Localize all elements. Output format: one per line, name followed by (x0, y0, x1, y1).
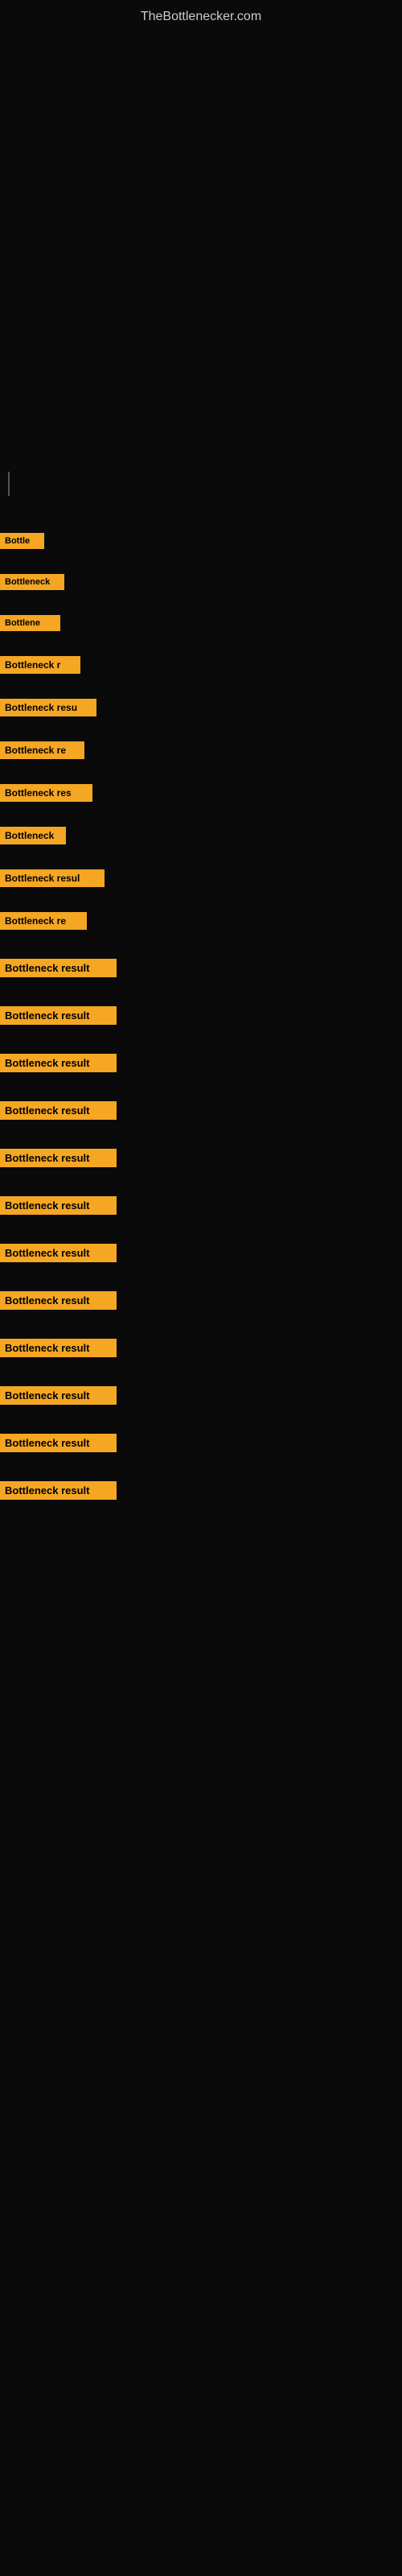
gap (0, 1459, 402, 1475)
result-row-5: Bottleneck resu (0, 697, 402, 718)
site-title: TheBottlenecker.com (0, 0, 402, 31)
result-label-15: Bottleneck result (0, 1149, 117, 1167)
result-label-16: Bottleneck result (0, 1196, 117, 1215)
gap (0, 1316, 402, 1332)
gap (0, 1221, 402, 1237)
site-header: TheBottlenecker.com (0, 0, 402, 31)
chart-area (0, 31, 402, 449)
result-row-15: Bottleneck result (0, 1147, 402, 1169)
results-section: Bottle Bottleneck Bottlene Bottleneck r … (0, 518, 402, 1514)
result-row-3: Bottlene (0, 613, 402, 633)
result-row-11: Bottleneck result (0, 957, 402, 979)
result-row-4: Bottleneck r (0, 654, 402, 675)
result-row-2: Bottleneck (0, 572, 402, 592)
result-row-12: Bottleneck result (0, 1005, 402, 1026)
result-row-10: Bottleneck re (0, 910, 402, 931)
result-label-19: Bottleneck result (0, 1339, 117, 1357)
result-row-19: Bottleneck result (0, 1337, 402, 1359)
divider-line (8, 472, 10, 496)
result-row-9: Bottleneck resul (0, 868, 402, 889)
gap (0, 680, 402, 692)
result-row-18: Bottleneck result (0, 1290, 402, 1311)
result-row-6: Bottleneck re (0, 740, 402, 761)
result-label-12: Bottleneck result (0, 1006, 117, 1025)
gap (0, 851, 402, 863)
result-label-5: Bottleneck resu (0, 699, 96, 716)
gap (0, 1174, 402, 1190)
gap (0, 1411, 402, 1427)
result-label-2: Bottleneck (0, 574, 64, 590)
gap (0, 1269, 402, 1285)
result-label-3: Bottlene (0, 615, 60, 631)
result-label-18: Bottleneck result (0, 1291, 117, 1310)
result-label-22: Bottleneck result (0, 1481, 117, 1500)
result-row-21: Bottleneck result (0, 1432, 402, 1454)
result-row-17: Bottleneck result (0, 1242, 402, 1264)
result-row-8: Bottleneck (0, 825, 402, 846)
result-row-13: Bottleneck result (0, 1052, 402, 1074)
result-row-22: Bottleneck result (0, 1480, 402, 1501)
gap (0, 555, 402, 568)
result-label-7: Bottleneck res (0, 784, 92, 802)
gap (0, 597, 402, 609)
result-label-13: Bottleneck result (0, 1054, 117, 1072)
gap (0, 1126, 402, 1142)
result-label-20: Bottleneck result (0, 1386, 117, 1405)
gap (0, 1364, 402, 1380)
form-area (0, 449, 402, 518)
result-label-14: Bottleneck result (0, 1101, 117, 1120)
result-label-1: Bottle (0, 533, 44, 549)
result-label-11: Bottleneck result (0, 959, 117, 977)
gap (0, 1031, 402, 1047)
result-row-14: Bottleneck result (0, 1100, 402, 1121)
gap (0, 723, 402, 735)
gap (0, 936, 402, 952)
result-label-4: Bottleneck r (0, 656, 80, 674)
result-row-7: Bottleneck res (0, 782, 402, 803)
result-row-20: Bottleneck result (0, 1385, 402, 1406)
result-row-16: Bottleneck result (0, 1195, 402, 1216)
result-label-9: Bottleneck resul (0, 869, 105, 887)
result-label-6: Bottleneck re (0, 741, 84, 759)
result-label-21: Bottleneck result (0, 1434, 117, 1452)
gap (0, 984, 402, 1000)
gap (0, 894, 402, 906)
gap (0, 638, 402, 650)
result-label-17: Bottleneck result (0, 1244, 117, 1262)
gap (0, 766, 402, 778)
gap (0, 1079, 402, 1095)
result-row-1: Bottle (0, 531, 402, 551)
result-label-10: Bottleneck re (0, 912, 87, 930)
gap (0, 808, 402, 820)
result-label-8: Bottleneck (0, 827, 66, 844)
